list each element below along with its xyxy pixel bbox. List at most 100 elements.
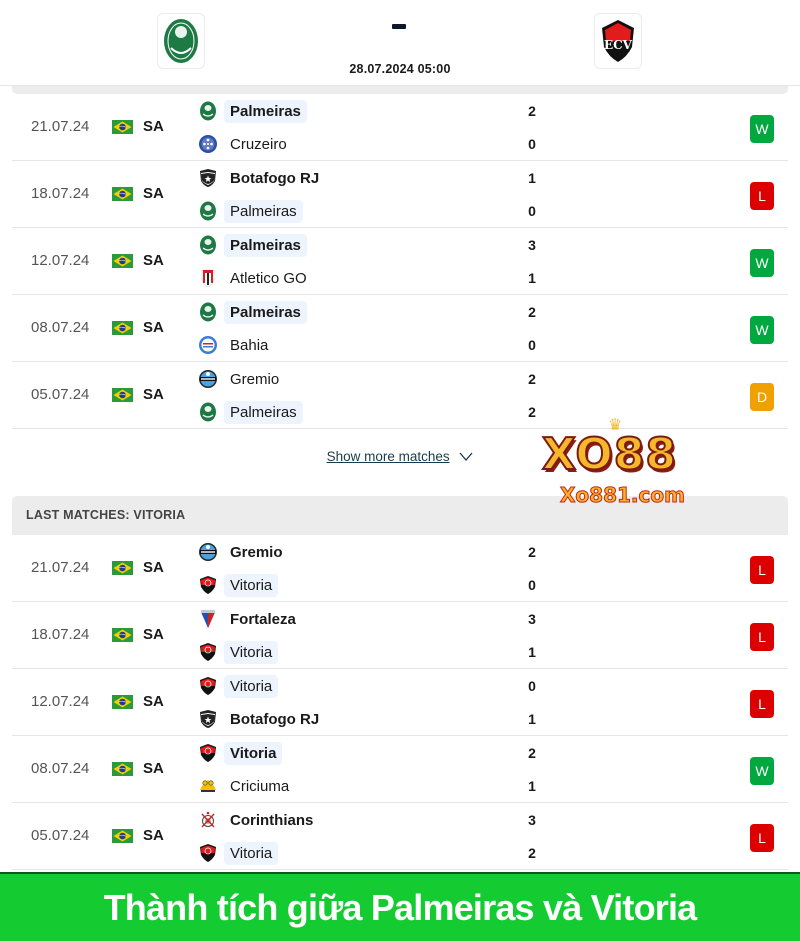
team-name: Bahia bbox=[230, 336, 269, 354]
result-badge: W bbox=[750, 316, 774, 344]
team-name: Gremio bbox=[230, 543, 283, 561]
match-date: 05.07.24 bbox=[31, 827, 90, 844]
team-home[interactable]: Botafogo RJ bbox=[198, 166, 325, 190]
corinthians-logo-icon bbox=[198, 810, 218, 830]
palmeiras-logo-icon bbox=[198, 235, 218, 255]
brazil-flag-icon bbox=[112, 829, 133, 843]
result-badge: L bbox=[750, 690, 774, 718]
team-name: Vitoria bbox=[224, 640, 279, 664]
atletico-go-logo-icon bbox=[198, 268, 218, 288]
match-date: 08.07.24 bbox=[31, 760, 90, 777]
team-away[interactable]: Cruzeiro bbox=[198, 132, 293, 156]
brazil-flag-icon bbox=[112, 254, 133, 268]
away-section-title: LAST MATCHES: VITORIA bbox=[26, 508, 186, 522]
brazil-flag-icon bbox=[112, 561, 133, 575]
match-row[interactable]: 08.07.24 SA Vitoria Criciuma 2 1 W bbox=[12, 736, 788, 803]
team-name: Botafogo RJ bbox=[230, 710, 320, 728]
competition-label: SA bbox=[143, 319, 164, 336]
team-home[interactable]: Vitoria bbox=[198, 741, 283, 765]
team-name: Criciuma bbox=[230, 777, 290, 795]
match-row[interactable]: 05.07.24 SA Corinthians Vitoria 3 2 L bbox=[12, 803, 788, 870]
competition-label: SA bbox=[143, 118, 164, 135]
match-date: 21.07.24 bbox=[31, 559, 90, 576]
brazil-flag-icon bbox=[112, 695, 133, 709]
score-home: 3 bbox=[528, 237, 536, 253]
gremio-logo-icon bbox=[198, 542, 218, 562]
match-header: 28.07.2024 05:00 ECV bbox=[0, 0, 800, 86]
home-last-matches: 21.07.24 SA Palmeiras Cruzeiro 2 0 W 18.07.24 SA… bbox=[12, 94, 788, 429]
match-date: 08.07.24 bbox=[31, 319, 90, 336]
competition-label: SA bbox=[143, 827, 164, 844]
team-home[interactable]: Vitoria bbox=[198, 674, 279, 698]
chevron-down-icon[interactable] bbox=[459, 450, 473, 465]
vitoria-logo-icon bbox=[198, 575, 218, 595]
criciuma-logo-icon bbox=[198, 776, 218, 796]
result-badge: D bbox=[750, 383, 774, 411]
result-badge: L bbox=[750, 623, 774, 651]
score-home: 2 bbox=[528, 371, 536, 387]
match-row[interactable]: 18.07.24 SA Fortaleza Vitoria 3 1 L bbox=[12, 602, 788, 669]
team-name: Palmeiras bbox=[224, 300, 307, 324]
brazil-flag-icon bbox=[112, 321, 133, 335]
show-more-label[interactable]: Show more matches bbox=[327, 449, 450, 464]
brazil-flag-icon bbox=[112, 187, 133, 201]
score-away: 0 bbox=[528, 203, 536, 219]
team-away[interactable]: Vitoria bbox=[198, 640, 279, 664]
team-away[interactable]: Palmeiras bbox=[198, 400, 303, 424]
team-away[interactable]: Vitoria bbox=[198, 841, 279, 865]
team-home[interactable]: Fortaleza bbox=[198, 607, 302, 631]
caption-banner: Thành tích giữa Palmeiras và Vitoria bbox=[0, 872, 800, 941]
score-away: 1 bbox=[528, 778, 536, 794]
team-home[interactable]: Palmeiras bbox=[198, 99, 307, 123]
match-row[interactable]: 18.07.24 SA Botafogo RJ Palmeiras 1 0 L bbox=[12, 161, 788, 228]
team-name: Gremio bbox=[230, 370, 280, 388]
team-away[interactable]: Atletico GO bbox=[198, 266, 313, 290]
result-badge: L bbox=[750, 824, 774, 852]
team-home[interactable]: Corinthians bbox=[198, 808, 319, 832]
match-date: 12.07.24 bbox=[31, 252, 90, 269]
team-away[interactable]: Vitoria bbox=[198, 573, 279, 597]
brazil-flag-icon bbox=[112, 628, 133, 642]
match-row[interactable]: 12.07.24 SA Vitoria Botafogo RJ 0 1 L bbox=[12, 669, 788, 736]
score-separator bbox=[392, 24, 406, 29]
team-home[interactable]: Gremio bbox=[198, 540, 289, 564]
brazil-flag-icon bbox=[112, 120, 133, 134]
show-more-matches-button[interactable]: Show more matches bbox=[0, 449, 800, 465]
team-away[interactable]: Criciuma bbox=[198, 774, 295, 798]
vitoria-logo-icon bbox=[198, 642, 218, 662]
away-last-matches: 21.07.24 SA Gremio Vitoria 2 0 L 18.07.24 SA Fort… bbox=[12, 535, 788, 870]
result-badge: L bbox=[750, 182, 774, 210]
competition-label: SA bbox=[143, 386, 164, 403]
match-row[interactable]: 05.07.24 SA Gremio Palmeiras 2 2 D bbox=[12, 362, 788, 429]
cruzeiro-logo-icon bbox=[198, 134, 218, 154]
competition-label: SA bbox=[143, 626, 164, 643]
match-date: 05.07.24 bbox=[31, 386, 90, 403]
team-home[interactable]: Palmeiras bbox=[198, 300, 307, 324]
brazil-flag-icon bbox=[112, 388, 133, 402]
score-home: 3 bbox=[528, 611, 536, 627]
svg-text:ECV: ECV bbox=[604, 38, 633, 52]
team-name: Palmeiras bbox=[224, 199, 303, 223]
team-away[interactable]: Palmeiras bbox=[198, 199, 303, 223]
team-away[interactable]: Bahia bbox=[198, 333, 274, 357]
away-section-header: LAST MATCHES: VITORIA bbox=[12, 496, 788, 535]
team-home[interactable]: Palmeiras bbox=[198, 233, 307, 257]
score-away: 0 bbox=[528, 577, 536, 593]
competition-label: SA bbox=[143, 252, 164, 269]
team-home[interactable]: Gremio bbox=[198, 367, 285, 391]
away-team-crest[interactable]: ECV bbox=[594, 13, 642, 69]
match-row[interactable]: 12.07.24 SA Palmeiras Atletico GO 3 1 W bbox=[12, 228, 788, 295]
score-home: 2 bbox=[528, 745, 536, 761]
palmeiras-logo-icon bbox=[198, 302, 218, 322]
home-team-crest[interactable] bbox=[157, 13, 205, 69]
head-to-head-page: 28.07.2024 05:00 ECV 21.07.24 SA Palmeiras… bbox=[0, 0, 800, 941]
score-home: 2 bbox=[528, 544, 536, 560]
match-row[interactable]: 21.07.24 SA Palmeiras Cruzeiro 2 0 W bbox=[12, 94, 788, 161]
result-badge: W bbox=[750, 757, 774, 785]
team-away[interactable]: Botafogo RJ bbox=[198, 707, 325, 731]
match-row[interactable]: 21.07.24 SA Gremio Vitoria 2 0 L bbox=[12, 535, 788, 602]
botafogo-logo-icon bbox=[198, 709, 218, 729]
match-row[interactable]: 08.07.24 SA Palmeiras Bahia 2 0 W bbox=[12, 295, 788, 362]
score-away: 1 bbox=[528, 270, 536, 286]
score-home: 2 bbox=[528, 304, 536, 320]
